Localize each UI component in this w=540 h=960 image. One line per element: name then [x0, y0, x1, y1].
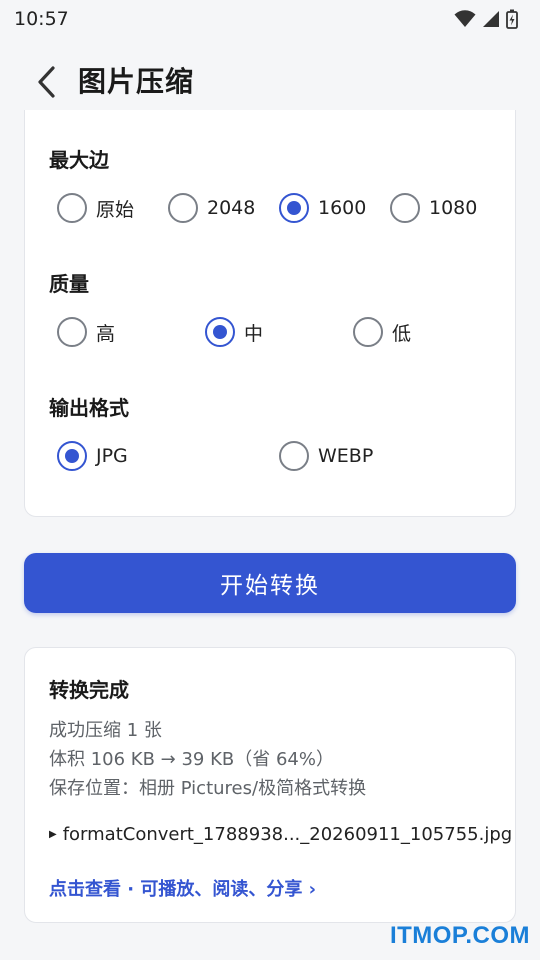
max-edge-option-original[interactable]: 原始: [57, 190, 134, 226]
expand-triangle-icon: ▶: [49, 829, 57, 840]
quality-option-high[interactable]: 高: [57, 314, 115, 350]
max-edge-option-2048[interactable]: 2048: [168, 190, 255, 226]
max-edge-label: 最大边: [49, 148, 109, 172]
radio-label: 中: [244, 322, 264, 345]
signal-icon: [483, 11, 499, 27]
quality-radio-group: 高 中 低: [57, 314, 495, 350]
settings-card: 最大边 原始 2048 1600 1080 质量 高 中 低 输出格式 JPG …: [24, 110, 516, 517]
radio-button[interactable]: [279, 193, 309, 223]
start-convert-button[interactable]: 开始转换: [24, 553, 516, 613]
radio-button[interactable]: [57, 317, 87, 347]
format-option-jpg[interactable]: JPG: [57, 438, 128, 474]
format-radio-group: JPG WEBP: [57, 438, 495, 474]
result-summary: 成功压缩 1 张: [49, 720, 162, 741]
radio-button[interactable]: [390, 193, 420, 223]
back-button[interactable]: [28, 62, 64, 102]
status-bar: 10:57: [0, 0, 540, 38]
result-size: 体积 106 KB → 39 KB（省 64%）: [49, 749, 334, 770]
format-label: 输出格式: [49, 396, 129, 420]
radio-selected-dot: [287, 201, 301, 215]
status-time: 10:57: [14, 8, 69, 30]
radio-button[interactable]: [57, 193, 87, 223]
radio-button[interactable]: [279, 441, 309, 471]
radio-button[interactable]: [353, 317, 383, 347]
result-card: 转换完成 成功压缩 1 张 体积 106 KB → 39 KB（省 64%） 保…: [24, 647, 516, 923]
radio-button[interactable]: [205, 317, 235, 347]
radio-label: JPG: [96, 445, 128, 467]
max-edge-radio-group: 原始 2048 1600 1080: [57, 190, 495, 226]
result-file-name: formatConvert_1788938..._20260911_105755…: [62, 824, 513, 845]
format-option-webp[interactable]: WEBP: [279, 438, 373, 474]
radio-button[interactable]: [57, 441, 87, 471]
watermark: ITMOP.COM: [389, 922, 530, 949]
radio-label: 高: [96, 322, 116, 345]
result-title: 转换完成: [49, 678, 129, 702]
result-file-item[interactable]: ▶ formatConvert_1788938..._20260911_10575…: [49, 824, 512, 845]
radio-label: 1080: [429, 197, 478, 219]
radio-label: 1600: [318, 197, 367, 219]
quality-label: 质量: [49, 272, 89, 296]
quality-option-medium[interactable]: 中: [205, 314, 263, 350]
quality-option-low[interactable]: 低: [353, 314, 411, 350]
radio-selected-dot: [65, 449, 79, 463]
radio-label: 低: [392, 322, 412, 345]
radio-label: WEBP: [318, 445, 374, 467]
status-icons: [454, 9, 518, 29]
page-title: 图片压缩: [78, 65, 195, 98]
radio-label: 2048: [207, 197, 256, 219]
radio-label: 原始: [96, 198, 135, 221]
radio-button[interactable]: [168, 193, 198, 223]
chevron-left-icon: [38, 66, 55, 98]
radio-selected-dot: [213, 325, 227, 339]
result-location: 保存位置：相册 Pictures/极简格式转换: [49, 778, 367, 799]
max-edge-option-1600[interactable]: 1600: [279, 190, 366, 226]
view-result-link[interactable]: 点击查看 · 可播放、阅读、分享 ›: [49, 875, 316, 901]
battery-icon: [506, 9, 518, 29]
wifi-icon: [454, 10, 476, 27]
max-edge-option-1080[interactable]: 1080: [390, 190, 477, 226]
